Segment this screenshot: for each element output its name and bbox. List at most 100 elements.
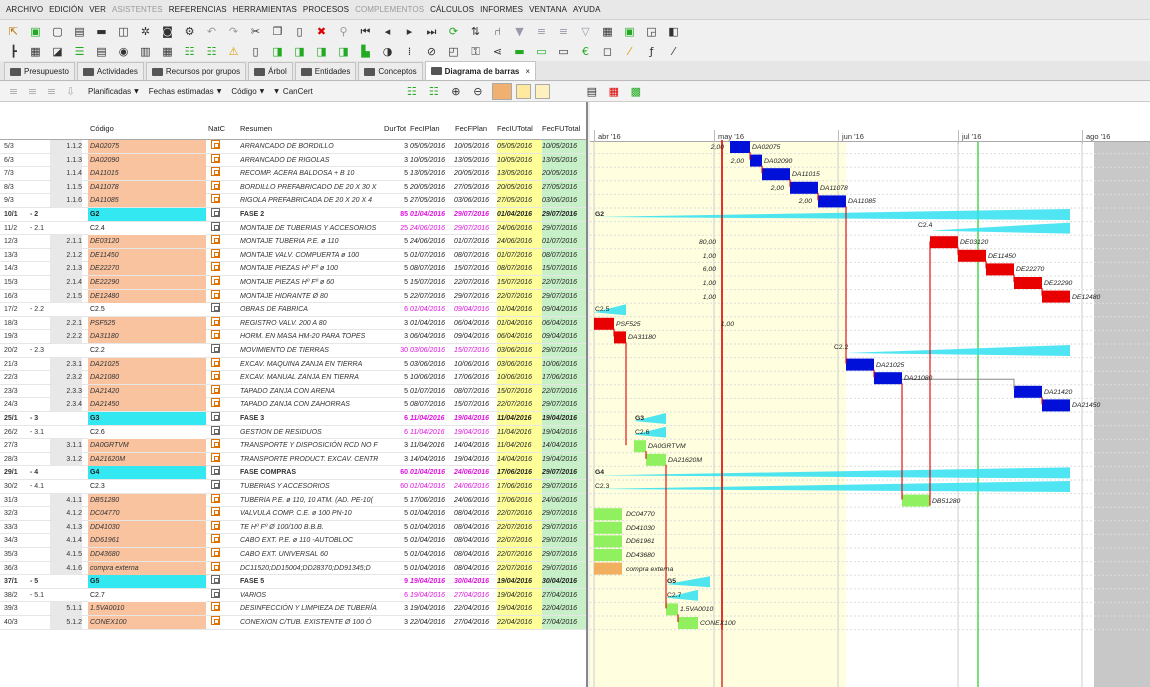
- tree-view-icon[interactable]: ┣: [6, 44, 21, 59]
- menu-item-3[interactable]: ASISTENTES: [112, 5, 163, 14]
- table-row[interactable]: 15/3 2.1.4 DE22290 MONTAJE PIEZAS Hº Fº ø 6…: [0, 276, 586, 290]
- tab-1[interactable]: Actividades: [76, 62, 144, 80]
- table-row[interactable]: 40/3 5.1.2 CONEX100 CONEXION C/TUB. EXISTEN…: [0, 616, 586, 630]
- menu-item-8[interactable]: CÁLCULOS: [430, 5, 474, 14]
- warning-icon[interactable]: ⚠: [226, 44, 241, 59]
- query-icon[interactable]: ◉: [116, 44, 131, 59]
- measure-icon[interactable]: ▭: [534, 44, 549, 59]
- table-row[interactable]: 14/3 2.1.3 DE22270 MONTAJE PIEZAS Hº Fº ø 1…: [0, 262, 586, 276]
- doc-b-icon[interactable]: ◨: [270, 44, 285, 59]
- planificadas-dropdown[interactable]: Planificadas ▼: [88, 87, 139, 96]
- copy-icon[interactable]: ❐: [270, 24, 285, 39]
- expand-icon[interactable]: ≡: [25, 84, 40, 99]
- wand-icon[interactable]: ⁄: [622, 44, 637, 59]
- menu-item-4[interactable]: REFERENCIAS: [169, 5, 227, 14]
- table-row[interactable]: 29/1 - 4 G4 FASE COMPRAS 60 01/04/2016 24/06/2…: [0, 466, 586, 480]
- lock-icon[interactable]: ◙: [160, 24, 175, 39]
- table-row[interactable]: 36/3 4.1.6 compra externa DC11520;DD15004;D…: [0, 561, 586, 576]
- table-row[interactable]: 5/3 1.1.2 DA02075 ARRANCADO DE BORDILLO 3 05/…: [0, 140, 586, 154]
- table-row[interactable]: 17/2- 2.2 C2.5 OBRAS DE FABRICA 6 01/04/2016…: [0, 303, 586, 317]
- table-row[interactable]: 34/3 4.1.4 DD61961 CABO EXT. P.E. ø 110 -AU…: [0, 534, 586, 548]
- table-row[interactable]: 27/3 3.1.1 DA0GRTVM TRANSPORTE Y DISPOSICIÓ…: [0, 439, 586, 453]
- menu-item-11[interactable]: AYUDA: [573, 5, 600, 14]
- menu-item-9[interactable]: INFORMES: [480, 5, 523, 14]
- table-row[interactable]: 32/3 4.1.2 DC04770 VALVULA COMP. C.E. ø 100…: [0, 507, 586, 521]
- level-mid-icon[interactable]: ≡: [534, 24, 549, 39]
- collapse-icon[interactable]: ≡: [6, 84, 21, 99]
- save-icon[interactable]: ▬: [94, 24, 109, 39]
- col-codigo[interactable]: Código: [90, 124, 114, 133]
- table-row[interactable]: 26/2- 3.1 C2.6 GESTION DE RESIDUOS 6 11/04/2…: [0, 425, 586, 440]
- menu-item-2[interactable]: VER: [89, 5, 106, 14]
- split-icon[interactable]: ◑: [380, 44, 395, 59]
- zoom-out-icon[interactable]: ⊖: [470, 84, 485, 99]
- exit-icon[interactable]: ⇱: [6, 24, 21, 39]
- list-green-icon[interactable]: ☷: [182, 44, 197, 59]
- table-row[interactable]: 28/3 3.1.2 DA21620M TRANSPORTE PRODUCT. EXC…: [0, 452, 586, 467]
- table-row[interactable]: 12/3 2.1.1 DE03120 MONTAJE TUBERIA P.E. ø 1…: [0, 235, 586, 249]
- redo-icon[interactable]: ↷: [226, 24, 241, 39]
- attach-icon[interactable]: ⊘: [424, 44, 439, 59]
- fechas-dropdown[interactable]: Fechas estimadas ▼: [149, 87, 222, 96]
- euro-icon[interactable]: €: [578, 44, 593, 59]
- col-fecfplan[interactable]: FecFPlan: [455, 124, 487, 133]
- export-icon[interactable]: ◧: [666, 24, 681, 39]
- last-record-icon[interactable]: ⏭: [424, 24, 439, 39]
- grid-toggle-icon[interactable]: ☷: [404, 84, 419, 99]
- refresh-icon[interactable]: ⟳: [446, 24, 461, 39]
- table-row[interactable]: 37/1- 5 G5 FASE 5 9 19/04/2016 30/04/2016 19/0…: [0, 575, 586, 589]
- table-view-icon[interactable]: ◪: [50, 44, 65, 59]
- doc-c-icon[interactable]: ◨: [292, 44, 307, 59]
- doc-e-icon[interactable]: ◨: [336, 44, 351, 59]
- doc-icon[interactable]: ▯: [248, 44, 263, 59]
- table-row[interactable]: 19/3 2.2.2 DA31180 HORM. EN MASA HM-20 PARA…: [0, 330, 586, 344]
- table-row[interactable]: 20/2- 2.3 C2.2 MOVIMIENTO DE TIERRAS 30 03/0…: [0, 344, 586, 358]
- bar-chart-icon[interactable]: ▙: [358, 44, 373, 59]
- col-fecipian[interactable]: FecIPlan: [410, 124, 440, 133]
- new-doc-icon[interactable]: ▣: [28, 24, 43, 39]
- menu-item-1[interactable]: EDICIÓN: [49, 5, 83, 14]
- tab-4[interactable]: Entidades: [294, 62, 357, 80]
- table-row[interactable]: 18/3 2.2.1 PSF525 REGISTRO VALV. 200 A 80 3 0…: [0, 316, 586, 331]
- table-row[interactable]: 23/3 2.3.3 DA21420 TAPADO ZANJA CON ARENA 5 0…: [0, 384, 586, 399]
- table-row[interactable]: 33/3 4.1.3 DD41030 TE Hº Fº Ø 100/100 B.B.B…: [0, 520, 586, 535]
- list-green2-icon[interactable]: ☷: [204, 44, 219, 59]
- open-file-icon[interactable]: ▤: [72, 24, 87, 39]
- indent-view-icon[interactable]: ▤: [94, 44, 109, 59]
- table-row[interactable]: 6/3 1.1.3 DA02090 ARRANCADO DE RIGOLAS 3 10/0…: [0, 153, 586, 168]
- settings-icon[interactable]: ✲: [138, 24, 153, 39]
- calendar-icon[interactable]: ▦: [160, 44, 175, 59]
- search-icon[interactable]: ⚲: [336, 24, 351, 39]
- level-icon[interactable]: ≡: [44, 84, 59, 99]
- col-durtot[interactable]: DurTot: [384, 124, 406, 133]
- tab-5[interactable]: Conceptos: [358, 62, 423, 80]
- table-row[interactable]: 39/3 5.1.1 1.5VA0010 DESINFECCIÓN Y LIMPIEZ…: [0, 602, 586, 616]
- menu-item-6[interactable]: PROCESOS: [303, 5, 349, 14]
- table-row[interactable]: 8/3 1.1.5 DA11078 BORDILLO PREFABRICADO DE …: [0, 180, 586, 195]
- tab-3[interactable]: Árbol: [248, 62, 293, 80]
- paste-icon[interactable]: ▯: [292, 24, 307, 39]
- next-record-icon[interactable]: ▸: [402, 24, 417, 39]
- gantt-palette-icon[interactable]: ▩: [628, 84, 643, 99]
- save-as-icon[interactable]: ◫: [116, 24, 131, 39]
- col-resumen[interactable]: Resumen: [240, 124, 272, 133]
- tab-6[interactable]: Diagrama de barras ×: [424, 61, 537, 80]
- doc-d-icon[interactable]: ◨: [314, 44, 329, 59]
- table-row[interactable]: 25/1- 3 G3 FASE 3 6 11/04/2016 19/04/2016 11/0…: [0, 412, 586, 426]
- key-icon[interactable]: ⚿: [468, 44, 483, 59]
- menu-item-10[interactable]: VENTANA: [529, 5, 567, 14]
- col-feciutotal[interactable]: FecIUTotal: [497, 124, 533, 133]
- table-row[interactable]: 21/3 2.3.1 DA21025 EXCAV. MAQUINA ZANJA EN …: [0, 357, 586, 372]
- cut-icon[interactable]: ✂: [248, 24, 263, 39]
- grid-toggle-b-icon[interactable]: ☷: [426, 84, 441, 99]
- magic-icon[interactable]: ⁄: [666, 44, 681, 59]
- undo-icon[interactable]: ↶: [204, 24, 219, 39]
- sort-icon[interactable]: ⁞: [402, 44, 417, 59]
- table-row[interactable]: 30/2 - 4.1 C2.3 TUBERIAS Y ACCESORIOS 60 01/0…: [0, 480, 586, 494]
- open-folder-icon[interactable]: ▢: [50, 24, 65, 39]
- color-swatch-light[interactable]: [535, 84, 551, 99]
- gantt-colors-icon[interactable]: ▦: [606, 84, 621, 99]
- table-row[interactable]: 38/2- 5.1 C2.7 VARIOS 6 19/04/2016 27/04/2016…: [0, 588, 586, 603]
- menu-item-0[interactable]: ARCHIVO: [6, 5, 43, 14]
- measure-b-icon[interactable]: ▭: [556, 44, 571, 59]
